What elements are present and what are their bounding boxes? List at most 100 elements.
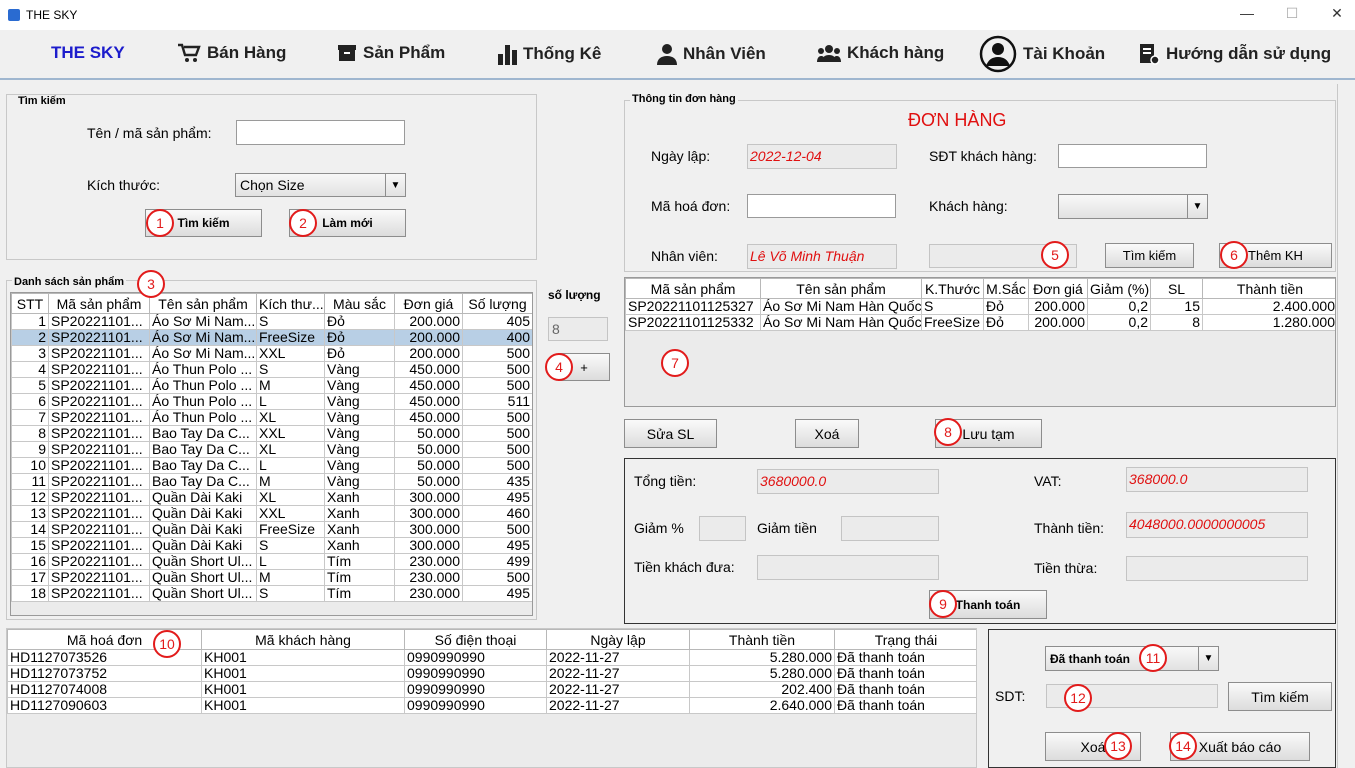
column-header[interactable]: Tên sản phẩm: [149, 293, 257, 314]
table-row[interactable]: HD1127074008 KH001 0990990990 2022-11-27 202…: [7, 681, 976, 698]
table-row[interactable]: 14 SP20221101... Quần Dài Kaki FreeSize Xanh…: [11, 521, 532, 538]
table-row[interactable]: 5 SP20221101... Áo Thun Polo ... M Vàng 450.0…: [11, 377, 532, 394]
column-header[interactable]: Đơn giá: [394, 293, 463, 314]
table-cell: Áo Sơ Mi Nam Hàn Quốc: [760, 314, 922, 331]
table-cell: 0990990990: [404, 681, 547, 698]
table-row[interactable]: 7 SP20221101... Áo Thun Polo ... XL Vàng 450.…: [11, 409, 532, 426]
table-row[interactable]: HD1127073752 KH001 0990990990 2022-11-27 5.2…: [7, 665, 976, 682]
edit-quantity-button[interactable]: Sửa SL: [624, 419, 717, 448]
column-header[interactable]: M.Sắc: [983, 278, 1029, 299]
nav-ban-hang[interactable]: Bán Hàng: [177, 43, 286, 63]
nav-label: Tài Khoản: [1023, 44, 1106, 63]
column-header[interactable]: SL: [1150, 278, 1203, 299]
nav-san-pham[interactable]: Sản Phẩm: [337, 43, 445, 63]
button-label: Làm mới: [322, 216, 373, 230]
size-select[interactable]: Chọn Size ▼: [235, 173, 406, 197]
button-label: Xoá: [814, 425, 840, 442]
table-cell: SP20221101...: [48, 377, 150, 394]
button-label: Xoá: [1080, 738, 1106, 755]
maximize-button[interactable]: ☐: [1277, 5, 1307, 22]
table-cell: SP20221101...: [48, 361, 150, 378]
table-cell: Đã thanh toán: [834, 697, 976, 714]
nav-nhan-vien[interactable]: Nhân Viên: [657, 43, 766, 65]
table-row[interactable]: 6 SP20221101... Áo Thun Polo ... L Vàng 450.0…: [11, 393, 532, 410]
table-cell: 16: [11, 553, 49, 570]
column-header[interactable]: Mã sản phẩm: [625, 278, 761, 299]
column-header[interactable]: Thành tiền: [689, 629, 835, 650]
invoice-search-button[interactable]: Tìm kiếm: [1228, 682, 1332, 711]
table-row[interactable]: 8 SP20221101... Bao Tay Da C... XXL Vàng 50.0…: [11, 425, 532, 442]
group-icon: [817, 45, 841, 62]
table-row[interactable]: 9 SP20221101... Bao Tay Da C... XL Vàng 50.00…: [11, 441, 532, 458]
table-cell: 50.000: [394, 425, 463, 442]
table-cell: Đã thanh toán: [834, 665, 976, 682]
column-header[interactable]: Số lượng: [462, 293, 532, 314]
table-row[interactable]: SP20221101125332 Áo Sơ Mi Nam Hàn Quốc Fre…: [625, 314, 1335, 331]
nav-thong-ke[interactable]: Thống Kê: [497, 43, 601, 65]
delete-cart-item-button[interactable]: Xoá: [795, 419, 859, 448]
cash-given-input[interactable]: [757, 555, 939, 580]
invoice-code-label: Mã hoá đơn:: [651, 198, 731, 214]
nav-label: Thống Kê: [523, 44, 602, 63]
table-row[interactable]: 12 SP20221101... Quần Dài Kaki XL Xanh 300.00…: [11, 489, 532, 506]
table-cell: 300.000: [394, 521, 463, 538]
table-row[interactable]: 3 SP20221101... Áo Sơ Mi Nam... XXL Đỏ 200.00…: [11, 345, 532, 362]
table-row[interactable]: SP20221101125327 Áo Sơ Mi Nam Hàn Quốc S Đỏ…: [625, 298, 1335, 315]
status-select[interactable]: Đã thanh toán ▼: [1045, 646, 1219, 671]
table-row[interactable]: 1 SP20221101... Áo Sơ Mi Nam... S Đỏ 200.000 4…: [11, 313, 532, 330]
table-row[interactable]: 10 SP20221101... Bao Tay Da C... L Vàng 50.00…: [11, 457, 532, 474]
table-row[interactable]: 15 SP20221101... Quần Dài Kaki S Xanh 300.000…: [11, 537, 532, 554]
nav-label: Bán Hàng: [207, 43, 287, 62]
column-header[interactable]: Đơn giá: [1028, 278, 1088, 299]
quantity-field[interactable]: 8: [548, 317, 608, 341]
table-row[interactable]: 11 SP20221101... Bao Tay Da C... M Vàng 50.00…: [11, 473, 532, 490]
close-button[interactable]: ✕: [1322, 5, 1352, 22]
column-header[interactable]: Mã khách hàng: [201, 629, 405, 650]
column-header[interactable]: Số điện thoại: [404, 629, 547, 650]
nav-khach-hang[interactable]: Khách hàng: [817, 43, 944, 63]
table-cell: SP20221101...: [48, 409, 150, 426]
table-row[interactable]: 2 SP20221101... Áo Sơ Mi Nam... FreeSize Đỏ 2…: [11, 329, 532, 346]
button-label: Lưu tạm: [962, 425, 1015, 442]
column-header[interactable]: Tên sản phẩm: [760, 278, 922, 299]
customer-select[interactable]: ▼: [1058, 194, 1208, 219]
discount-percent-input[interactable]: [699, 516, 746, 541]
table-cell: 0990990990: [404, 697, 547, 714]
table-row[interactable]: 17 SP20221101... Quần Short Ul... M Tím 230.0…: [11, 569, 532, 586]
column-header[interactable]: Giảm (%): [1087, 278, 1151, 299]
column-header[interactable]: K.Thước: [921, 278, 984, 299]
table-cell: 300.000: [394, 537, 463, 554]
table-row[interactable]: 13 SP20221101... Quần Dài Kaki XXL Xanh 300.0…: [11, 505, 532, 522]
vat-field: 368000.0: [1126, 467, 1308, 492]
column-header[interactable]: Ngày lập: [546, 629, 690, 650]
nav-label: Khách hàng: [847, 43, 945, 62]
product-name-input[interactable]: [236, 120, 405, 145]
table-row[interactable]: 4 SP20221101... Áo Thun Polo ... S Vàng 450.0…: [11, 361, 532, 378]
column-header[interactable]: Thành tiền: [1202, 278, 1335, 299]
annotation-badge: 2: [289, 209, 317, 237]
table-cell: XXL: [256, 425, 325, 442]
table-row[interactable]: HD1127090603 KH001 0990990990 2022-11-27 2.6…: [7, 697, 976, 714]
table-row[interactable]: HD1127073526 KH001 0990990990 2022-11-27 5.2…: [7, 649, 976, 666]
customer-phone-input[interactable]: [1058, 144, 1207, 168]
button-label: Tìm kiếm: [1251, 688, 1309, 705]
minimize-button[interactable]: —: [1232, 5, 1262, 21]
column-header[interactable]: Mã sản phẩm: [48, 293, 150, 314]
column-header[interactable]: Kích thư...: [256, 293, 325, 314]
nav-huong-dan[interactable]: Hướng dẫn sử dụng: [1138, 43, 1331, 65]
discount-amount-input[interactable]: [841, 516, 939, 541]
table-row[interactable]: 18 SP20221101... Quần Short Ul... S Tím 230.0…: [11, 585, 532, 602]
invoice-code-input[interactable]: [747, 194, 896, 218]
table-cell: Quần Short Ul...: [149, 553, 257, 570]
table-cell: Bao Tay Da C...: [149, 473, 257, 490]
table-row[interactable]: 16 SP20221101... Quần Short Ul... L Tím 230.0…: [11, 553, 532, 570]
table-cell: 5: [11, 377, 49, 394]
column-header[interactable]: Trạng thái: [834, 629, 976, 650]
customer-search-button[interactable]: Tìm kiếm: [1105, 243, 1194, 268]
table-cell: 450.000: [394, 393, 463, 410]
page-scrollbar[interactable]: [1337, 84, 1355, 768]
nav-tai-khoan[interactable]: Tài Khoản: [979, 35, 1105, 73]
cart-table: Mã sản phẩm Tên sản phẩm K.Thước M.Sắc Đơn g…: [625, 278, 1335, 331]
column-header[interactable]: Màu sắc: [324, 293, 395, 314]
column-header[interactable]: STT: [11, 293, 49, 314]
